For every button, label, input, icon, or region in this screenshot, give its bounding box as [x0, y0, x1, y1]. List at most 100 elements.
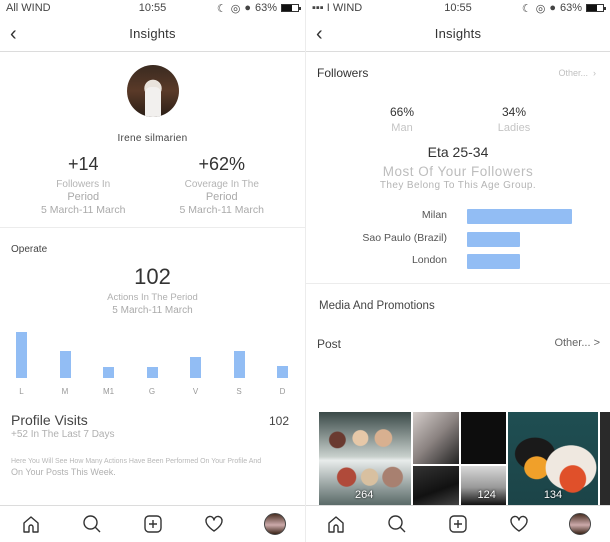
followers-stat: +14 Followers In Period 5 March-11 March: [23, 154, 143, 217]
alarm-icon: ●: [549, 2, 556, 14]
visits-subtitle: +52 In The Last 7 Days: [11, 429, 115, 440]
chart-tick-label: M: [61, 387, 69, 396]
age-group: Eta 25-34 Most Of Your Followers They Be…: [306, 144, 610, 191]
section-label: Operate: [11, 244, 48, 255]
location-bar: [467, 254, 520, 269]
stat-value: +62%: [198, 154, 246, 174]
stat-label: Followers In: [56, 179, 111, 190]
plus-square-icon[interactable]: [446, 512, 470, 536]
gender-ladies: 34% Ladies: [484, 105, 544, 134]
chart-tick-label: S: [236, 387, 242, 396]
top-locations-chart: Milan Sao Paulo (Brazil) London: [306, 207, 610, 273]
profile-summary: Irene silmarien: [0, 52, 305, 144]
actions-total: 102: [134, 264, 171, 289]
moon-icon: ☾: [216, 2, 227, 15]
post-thumbnails: 264 124 134: [319, 412, 610, 505]
followers-more-link[interactable]: Other... ›: [558, 68, 596, 78]
heart-icon[interactable]: [507, 512, 531, 536]
gender-label: Ladies: [497, 122, 531, 134]
post-count: 124: [477, 489, 496, 501]
chart-bar: [190, 357, 201, 378]
chart-bar: [146, 367, 158, 378]
nav-header: ‹ Insights: [0, 16, 305, 52]
actions-summary: 102 Actions In The Period 5 March-11 Mar…: [0, 264, 305, 316]
visits-title: Profile Visits: [11, 412, 88, 428]
chart-tick-label: D: [279, 387, 286, 396]
search-icon[interactable]: [80, 512, 104, 536]
stat-period: 5 March-11 March: [179, 204, 264, 216]
location-label: Milan: [421, 209, 447, 221]
avatar: [126, 65, 179, 117]
gender-percent: 66%: [389, 105, 415, 119]
post-thumbnail[interactable]: 134: [507, 412, 599, 505]
visits-note: Here You Will See How Many Actions Have …: [11, 458, 262, 465]
heart-icon[interactable]: [202, 512, 226, 536]
period-stats: +14 Followers In Period 5 March-11 March…: [0, 154, 305, 217]
username: Irene silmarien: [117, 133, 188, 144]
moon-icon: ☾: [521, 2, 532, 15]
location-row: Milan: [306, 207, 610, 225]
nav-header: ‹ Insights: [306, 16, 610, 52]
location-label: Sao Paulo (Brazil): [362, 231, 447, 244]
stat-value: +14: [67, 154, 99, 174]
chart-bar: [103, 367, 114, 378]
gender-percent: 34%: [501, 105, 527, 119]
stat-label: Period: [67, 191, 100, 203]
actions-period: 5 March-11 March: [112, 305, 193, 316]
status-bar: ▪▪▪ I WIND 10:55 ☾ ◎ ● 63%: [306, 0, 610, 16]
location-label: London: [411, 254, 447, 266]
chevron-right-icon: ›: [593, 68, 596, 78]
location-bar: [467, 231, 520, 247]
home-icon[interactable]: [324, 512, 348, 536]
age-caption: Most Of Your Followers: [382, 164, 534, 179]
chart-tick-label: G: [148, 387, 156, 396]
status-bar: All WIND 10:55 ☾ ◎ ● 63%: [0, 0, 305, 16]
bottom-tab-bar: [306, 505, 610, 542]
alarm-icon: ●: [244, 2, 251, 14]
insights-overview-pane: All WIND 10:55 ☾ ◎ ● 63% ‹ Insights Iren…: [0, 0, 305, 542]
carrier-label: I WIND: [326, 2, 363, 14]
carrier-label: All WIND: [6, 2, 51, 14]
avatar-icon[interactable]: [568, 512, 592, 536]
battery-icon: [281, 4, 301, 12]
followers-title: Followers: [317, 66, 369, 80]
insights-audience-pane: ▪▪▪ I WIND 10:55 ☾ ◎ ● 63% ‹ Insights Fo…: [305, 0, 610, 542]
post-thumbnail[interactable]: 124: [413, 412, 506, 505]
lock-rotation-icon: ◎: [535, 2, 546, 15]
signal-icon: ▪▪▪: [312, 2, 324, 14]
chart-tick-label: V: [192, 387, 199, 396]
location-bar: [467, 209, 572, 224]
location-row: London: [306, 252, 610, 270]
page-title: Insights: [129, 26, 176, 41]
avatar-icon[interactable]: [263, 512, 287, 536]
gender-label: Man: [391, 122, 413, 134]
lock-rotation-icon: ◎: [230, 2, 241, 15]
page-title: Insights: [434, 26, 482, 41]
search-icon[interactable]: [385, 512, 409, 536]
back-icon[interactable]: ‹: [316, 23, 323, 46]
posts-title: Post: [317, 337, 342, 351]
chart-bar: [59, 351, 71, 378]
chart-bar: [16, 332, 27, 378]
chart-bar: [277, 366, 288, 378]
profile-visits: Profile Visits 102 +52 In The Last 7 Day…: [0, 402, 305, 477]
age-caption: They Belong To This Age Group.: [379, 180, 537, 191]
home-icon[interactable]: [19, 512, 43, 536]
age-value: Eta 25-34: [427, 144, 489, 160]
back-icon[interactable]: ‹: [10, 23, 17, 46]
chart-tick-label: L: [19, 387, 24, 396]
battery-percent: 63%: [254, 2, 277, 14]
stat-label: Period: [205, 191, 238, 203]
gender-man: 66% Man: [372, 105, 432, 134]
actions-label: Actions In The Period: [107, 292, 198, 303]
battery-icon: [586, 4, 606, 12]
media-section-title: Media And Promotions: [319, 300, 435, 312]
plus-square-icon[interactable]: [141, 512, 165, 536]
posts-more-link[interactable]: Other... >: [554, 337, 600, 351]
chart-bar: [233, 351, 245, 378]
post-thumbnail[interactable]: 264: [319, 412, 412, 505]
gender-split: 66% Man 34% Ladies: [306, 105, 610, 134]
visits-count: 102: [268, 414, 289, 428]
posts-header: Post Other... >: [306, 312, 610, 351]
post-thumbnail[interactable]: [600, 412, 610, 505]
